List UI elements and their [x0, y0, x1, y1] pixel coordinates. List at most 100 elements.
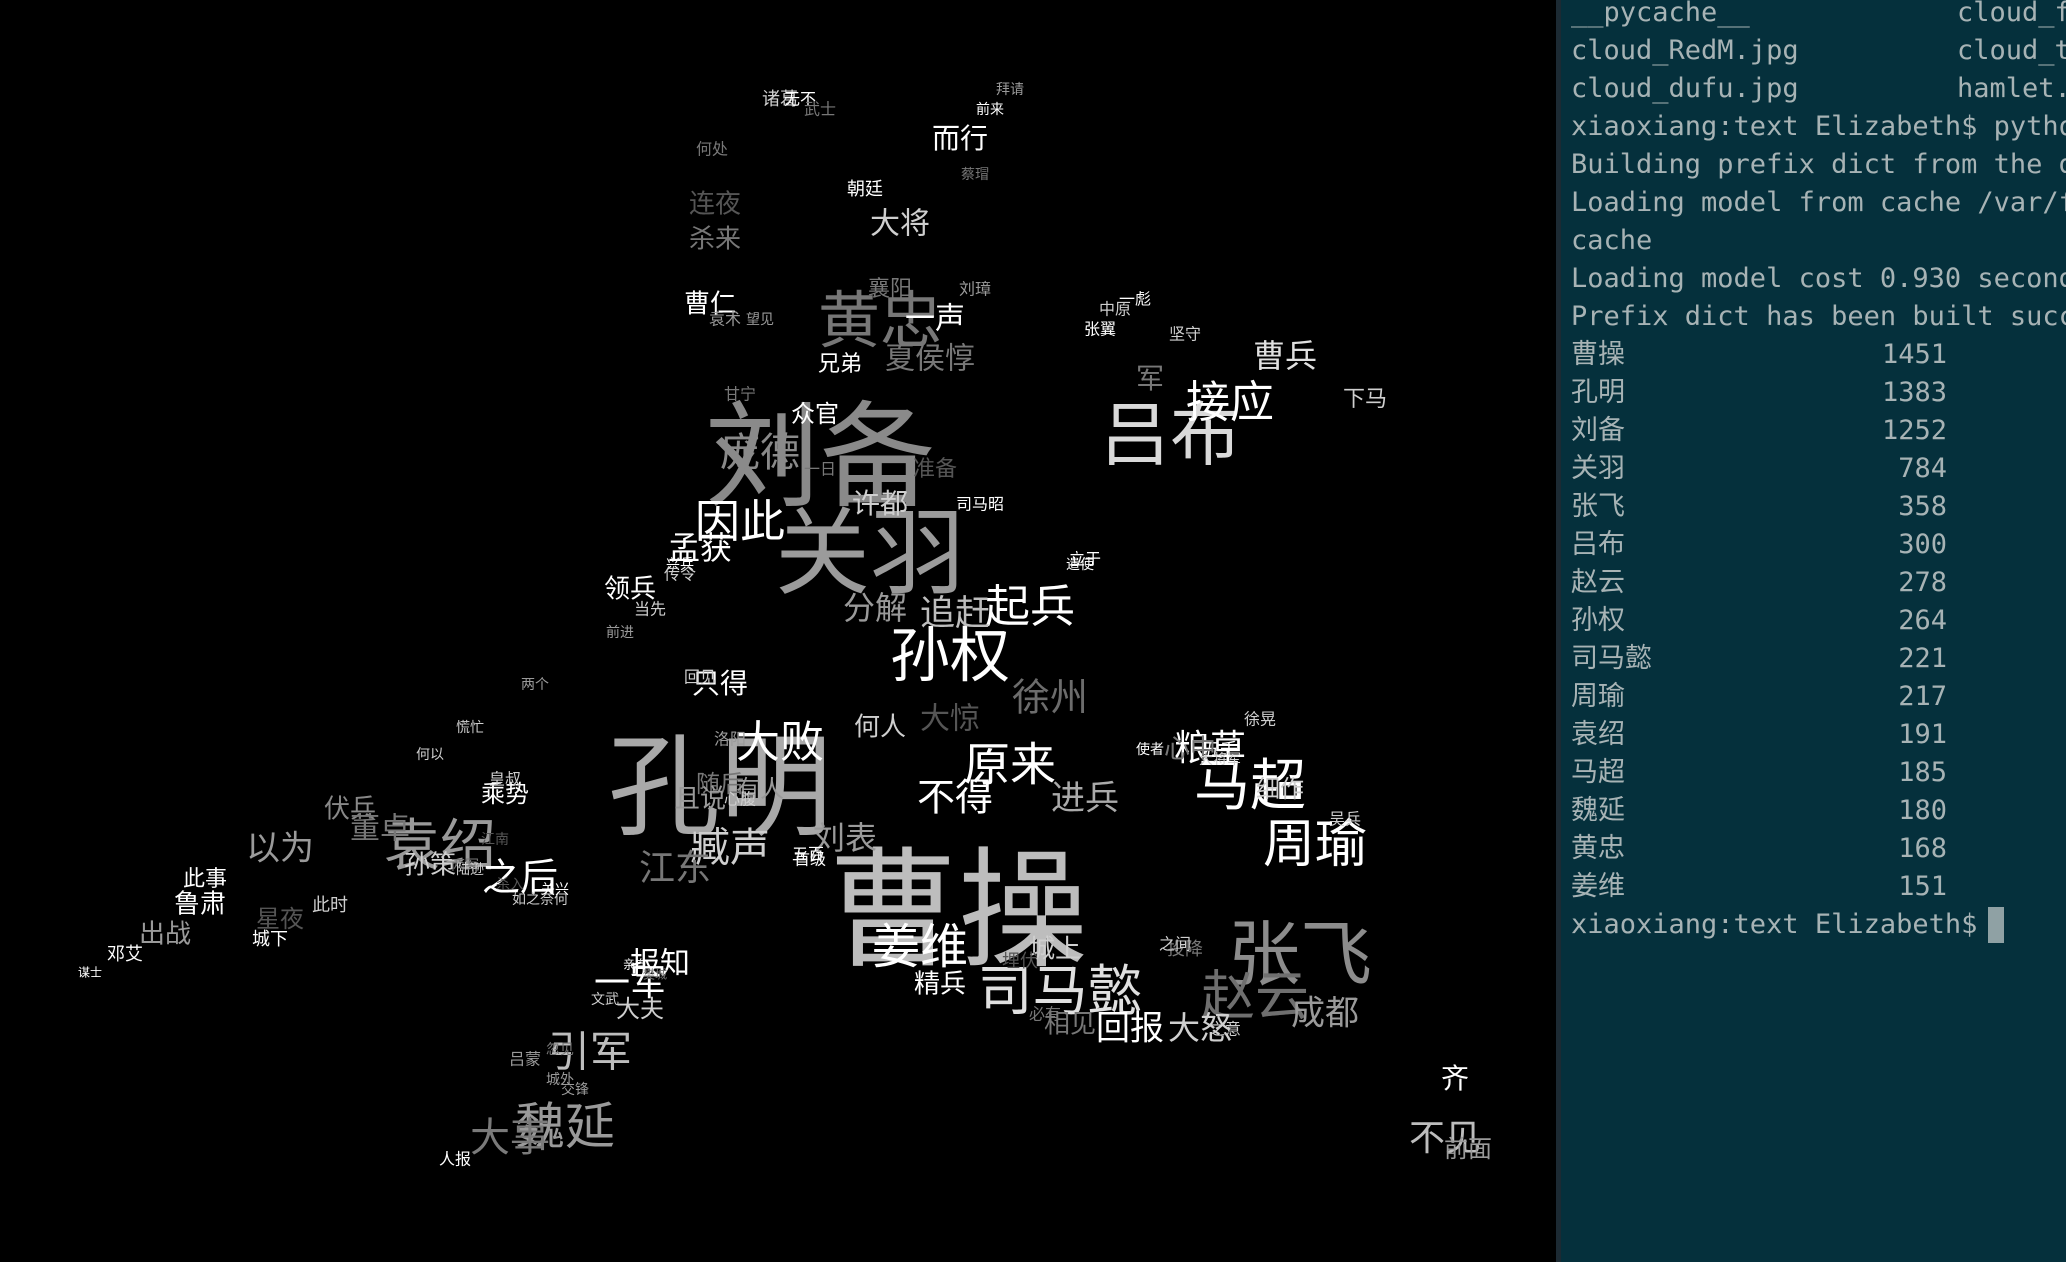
cloud-word: 追赶 — [920, 594, 990, 634]
cloud-word: 回报 — [1096, 1009, 1164, 1049]
cloud-word: 杀来 — [689, 225, 741, 255]
count-row-value: 180 — [1898, 795, 1947, 826]
cloud-word: 何人 — [854, 713, 906, 743]
cloud-word: 以为 — [246, 829, 314, 869]
count-row-name: 魏延 — [1571, 795, 1625, 826]
cloud-word: 此时 — [312, 895, 348, 916]
cloud-word: 鲁肃 — [174, 890, 226, 920]
log-line: cache — [1571, 225, 1653, 256]
log-line: Prefix dict has been built succ — [1571, 301, 2066, 332]
cloud-word: 一日 — [804, 460, 836, 479]
count-row-name: 关羽 — [1571, 453, 1625, 484]
cloud-word: 徐州 — [1012, 676, 1088, 720]
cloud-word: 陆逊 — [456, 862, 484, 878]
cloud-word: 细作 — [1256, 775, 1304, 803]
listing-item: hamlet. — [1957, 73, 2066, 104]
cloud-word: 何以 — [416, 747, 444, 763]
cloud-word: 江南 — [481, 832, 509, 848]
cloud-word: 一彪 — [1119, 290, 1151, 309]
cloud-word: 必有 — [1029, 1005, 1061, 1024]
count-row-value: 784 — [1898, 453, 1947, 484]
cloud-word: 五百 — [792, 845, 824, 864]
count-row-value: 1451 — [1881, 339, 1947, 370]
cloud-word: 曹兵 — [1253, 337, 1317, 375]
cloud-word: 心腹 — [724, 790, 756, 809]
cloud-word: 众官 — [791, 400, 839, 428]
text-cursor — [1988, 907, 2004, 943]
cloud-word: 朝廷 — [847, 179, 883, 200]
cloud-word: 武士 — [804, 100, 836, 119]
cloud-word: 人报 — [439, 1150, 471, 1169]
cloud-word: 前面 — [1444, 1135, 1492, 1163]
count-row-value: 358 — [1898, 491, 1947, 522]
cloud-word: 徐晃 — [1244, 710, 1276, 729]
cloud-word: 洛阳 — [714, 730, 746, 749]
count-row-name: 孔明 — [1571, 377, 1625, 408]
cloud-word: 吕蒙 — [509, 1050, 541, 1069]
cloud-word: 两个 — [521, 677, 549, 693]
cloud-word: 前进 — [606, 624, 634, 641]
count-row-value: 151 — [1898, 871, 1947, 902]
cloud-word: 前来 — [976, 101, 1004, 118]
log-line: Loading model from cache /var/f — [1571, 187, 2066, 218]
cloud-word: 庞德 — [720, 430, 800, 476]
listing-item: cloud_dufu.jpg — [1571, 73, 1799, 104]
count-row-name: 曹操 — [1571, 339, 1625, 370]
cloud-word: 谋士 — [78, 966, 102, 980]
cloud-word: 成都 — [1291, 994, 1359, 1034]
count-row-value: 221 — [1898, 643, 1947, 674]
count-row-name: 周瑜 — [1571, 681, 1625, 712]
listing-item: cloud_t — [1957, 35, 2066, 66]
cloud-word: 之意 — [1209, 1020, 1241, 1039]
cloud-word: 回见 — [684, 668, 716, 687]
cloud-word: 何处 — [696, 140, 728, 159]
listing-item: cloud_f — [1957, 0, 2066, 28]
cloud-word: 进兵 — [1051, 779, 1119, 819]
cloud-word: 忽见 — [546, 1042, 574, 1058]
cloud-word: 大夫 — [616, 995, 664, 1023]
count-row-value: 185 — [1898, 757, 1947, 788]
cloud-word: 精兵 — [914, 970, 966, 1000]
count-row-name: 赵云 — [1571, 567, 1625, 598]
terminal-window[interactable]: __pycache__ cloud_f cloud_RedM.jpg cloud… — [1561, 0, 2066, 1262]
cloud-word: 之间 — [1159, 935, 1191, 954]
cloud-word: 慌忙 — [456, 720, 484, 736]
log-line: Loading model cost 0.930 second — [1571, 263, 2066, 294]
cloud-word: 望见 — [746, 312, 774, 328]
cloud-word: 当先 — [634, 600, 666, 619]
count-row-name: 马超 — [1571, 757, 1625, 788]
cloud-word: 樊城 — [643, 968, 667, 982]
count-row-value: 1383 — [1881, 377, 1947, 408]
cloud-word: 孙策 — [404, 851, 456, 881]
cloud-word: 分解 — [843, 589, 907, 627]
word-cloud: 曹操孔明刘备关羽吕布张飞赵云孙权司马懿周瑜袁绍马超魏延黄忠姜维因此接应庞德原来臧… — [78, 82, 1492, 1169]
cloud-word: 夏侯惇 — [885, 342, 975, 377]
cloud-word: 连夜 — [689, 190, 741, 220]
cloud-word: 皇叔 — [489, 770, 521, 789]
final-prompt: xiaoxiang:text Elizabeth$ — [1571, 909, 1978, 940]
cloud-word: 蔡瑁 — [961, 167, 989, 183]
cloud-word: 不得 — [917, 776, 993, 820]
cloud-word: 使者 — [1136, 741, 1164, 758]
count-row-value: 300 — [1898, 529, 1947, 560]
listing-item: __pycache__ — [1571, 0, 1750, 28]
cloud-word: 袁术 — [709, 310, 741, 329]
cloud-word: 一声 — [905, 302, 965, 337]
command-prompt: xiaoxiang:text Elizabeth$ pytho — [1571, 111, 2066, 142]
listing-item: cloud_RedM.jpg — [1571, 35, 1799, 66]
cloud-word: 大惊 — [920, 702, 980, 737]
cloud-word: 军 — [1136, 362, 1164, 395]
cloud-word: 董卓 — [350, 812, 410, 847]
count-row-name: 黄忠 — [1571, 833, 1625, 864]
cloud-word: 埋伏 — [1002, 951, 1038, 972]
cloud-word: 刘璋 — [959, 280, 991, 299]
cloud-word: 大事 — [470, 1115, 550, 1161]
cloud-word: 江东 — [639, 848, 711, 889]
cloud-word: 邓艾 — [107, 944, 143, 965]
cloud-word: 齐 — [1441, 1062, 1469, 1095]
cloud-word: 且说 — [674, 785, 726, 815]
count-row-value: 217 — [1898, 681, 1947, 712]
cloud-word: 张翼 — [1084, 320, 1116, 339]
cloud-word: 关兴 — [541, 882, 569, 898]
count-row-value: 168 — [1898, 833, 1947, 864]
